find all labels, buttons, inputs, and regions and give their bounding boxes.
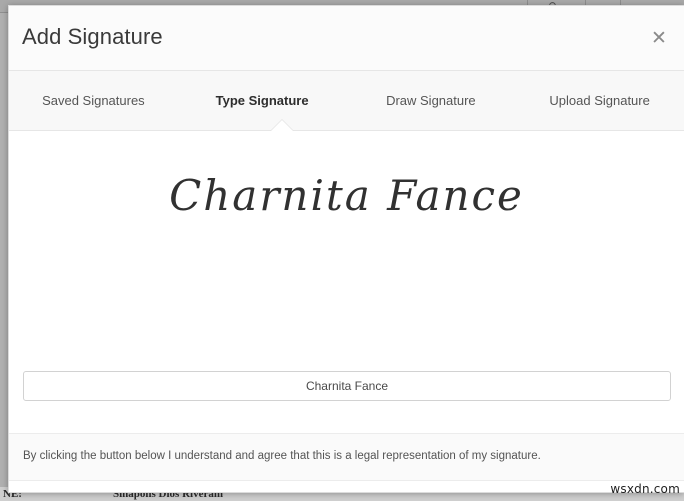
modal-footer: Sign Cancel Save Signature [9,481,684,492]
legal-disclaimer-text: By clicking the button below I understan… [23,450,541,462]
tab-saved-signatures[interactable]: Saved Signatures [9,71,178,130]
active-tab-caret-icon [271,120,293,131]
signature-input[interactable] [23,371,671,401]
tab-upload-signature[interactable]: Upload Signature [515,71,684,130]
add-signature-modal: Add Signature ✕ Saved Signatures Type Si… [8,5,684,493]
tab-type-signature[interactable]: Type Signature [178,71,347,130]
legal-disclaimer-band: By clicking the button below I understan… [9,433,684,481]
page-title: Add Signature [22,24,163,49]
modal-body: Charnita Fance Charnita Fance Charnita F… [9,131,684,487]
signature-preview: Charnita Fance [169,171,524,220]
close-icon[interactable]: ✕ [646,25,672,51]
tab-bar: Saved Signatures Type Signature Draw Sig… [9,71,684,131]
tab-draw-signature[interactable]: Draw Signature [347,71,516,130]
watermark: wsxdn.com [610,482,680,496]
modal-header: Add Signature ✕ [9,6,684,71]
